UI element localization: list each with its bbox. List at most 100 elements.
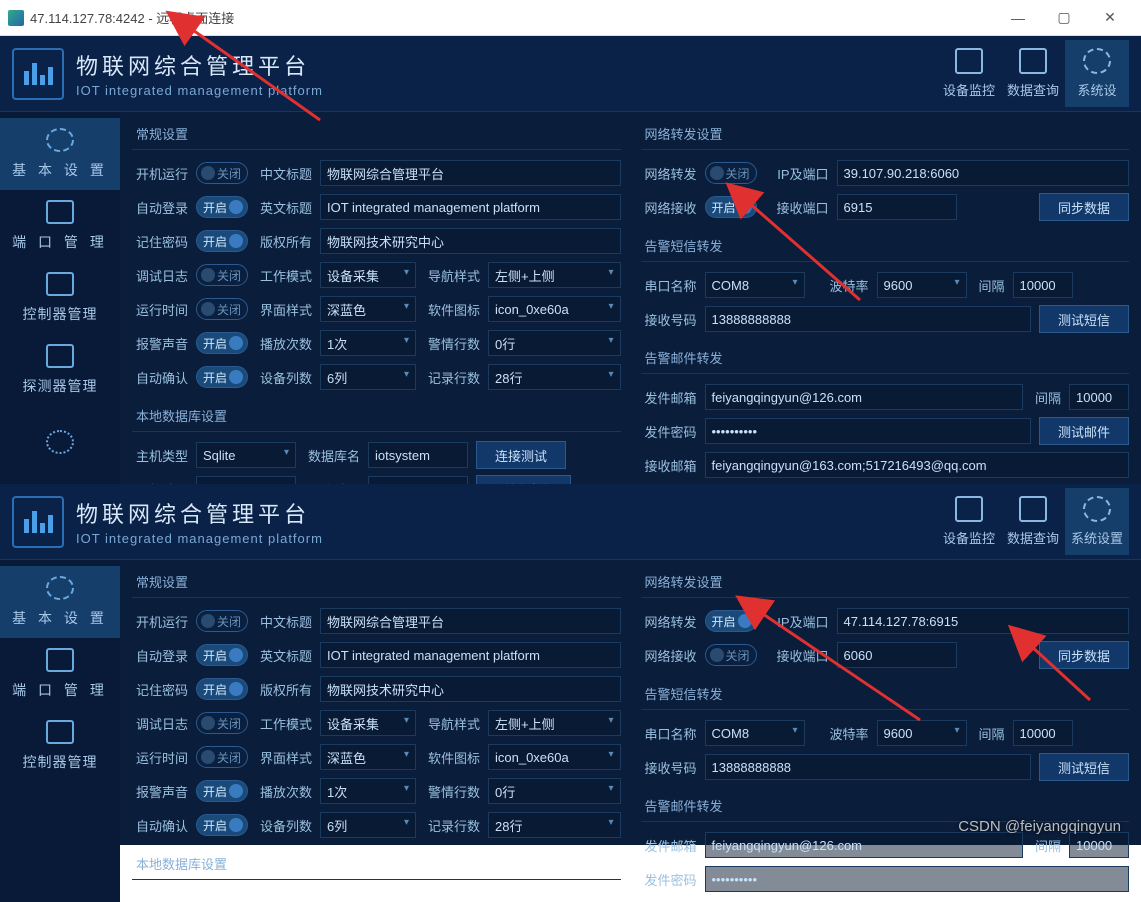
input-recvmail[interactable]: feiyangqingyun@163.com;517216493@qq.com [705, 452, 1130, 478]
input-ipport-bot[interactable]: 47.114.127.78:6915 [837, 608, 1130, 634]
sidebar: 基 本 设 置 端 口 管 理 控制器管理 [0, 560, 120, 902]
sidebar-item-more[interactable] [0, 406, 120, 478]
input-recvport-top[interactable]: 6915 [837, 194, 957, 220]
input-en-title[interactable]: IOT integrated management platform [320, 194, 621, 220]
toggle-runtime[interactable]: 关闭 [196, 746, 248, 768]
toggle-netfwd-bot[interactable]: 开启 [705, 610, 757, 632]
section-localdb: 本地数据库设置 [132, 402, 621, 432]
section-smsforward: 告警短信转发 [641, 680, 1130, 710]
toggle-alarmsound[interactable]: 开启 [196, 780, 248, 802]
sidebar-item-detector[interactable]: 探测器管理 [0, 334, 120, 406]
input-sendpwd[interactable]: •••••••••• [705, 418, 1032, 444]
select-serialname[interactable]: COM8 [705, 720, 805, 746]
btn-testsms[interactable]: 测试短信 [1039, 305, 1129, 333]
rdp-icon [8, 10, 24, 26]
toggle-autologin[interactable]: 开启 [196, 196, 248, 218]
sidebar-item-port[interactable]: 端 口 管 理 [0, 638, 120, 710]
input-sendmail[interactable]: feiyangqingyun@126.com [705, 832, 1024, 858]
btn-testsms[interactable]: 测试短信 [1039, 753, 1129, 781]
input-sendpwd[interactable]: •••••••••• [705, 866, 1130, 892]
select-alarmlines[interactable]: 0行 [488, 778, 621, 804]
watermark: CSDN @feiyangqingyun [958, 818, 1121, 835]
input-mail-interval[interactable]: 10000 [1069, 832, 1129, 858]
app-title-en: IOT integrated management platform [76, 531, 323, 546]
minimize-button[interactable]: — [995, 3, 1041, 33]
toggle-bootrun[interactable]: 关闭 [196, 610, 248, 632]
select-devcols[interactable]: 6列 [320, 364, 416, 390]
toggle-debuglog[interactable]: 关闭 [196, 264, 248, 286]
section-netforward: 网络转发设置 [641, 568, 1130, 598]
select-navstyle[interactable]: 左侧+上侧 [488, 710, 621, 736]
select-devcols[interactable]: 6列 [320, 812, 416, 838]
section-general: 常规设置 [132, 120, 621, 150]
sidebar-item-controller[interactable]: 控制器管理 [0, 262, 120, 334]
toggle-netrecv-bot[interactable]: 关闭 [705, 644, 757, 666]
btn-syncdata-top[interactable]: 同步数据 [1039, 193, 1129, 221]
btn-syncdata-bot[interactable]: 同步数据 [1039, 641, 1129, 669]
logo-icon [12, 48, 64, 100]
select-workmode[interactable]: 设备采集 [320, 710, 416, 736]
app-instance-bottom: 物联网综合管理平台 IOT integrated management plat… [0, 484, 1141, 845]
tab-data-query[interactable]: 数据查询 [1001, 488, 1065, 555]
tab-system-settings[interactable]: 系统设置 [1065, 488, 1129, 555]
select-playtimes[interactable]: 1次 [320, 330, 416, 356]
select-alarmlines[interactable]: 0行 [488, 330, 621, 356]
sidebar-item-controller[interactable]: 控制器管理 [0, 710, 120, 782]
btn-conntest[interactable]: 连接测试 [476, 441, 566, 469]
input-copyright[interactable]: 物联网技术研究中心 [320, 676, 621, 702]
section-localdb: 本地数据库设置 [132, 850, 621, 880]
toggle-netfwd-top[interactable]: 关闭 [705, 162, 757, 184]
input-cn-title[interactable]: 物联网综合管理平台 [320, 160, 621, 186]
input-recvnum[interactable]: 13888888888 [705, 306, 1032, 332]
tab-device-monitor[interactable]: 设备监控 [937, 40, 1001, 107]
select-uistyle[interactable]: 深蓝色 [320, 296, 416, 322]
toggle-debuglog[interactable]: 关闭 [196, 712, 248, 734]
select-recordlines[interactable]: 28行 [488, 812, 621, 838]
input-en-title[interactable]: IOT integrated management platform [320, 642, 621, 668]
toggle-rememberpwd[interactable]: 开启 [196, 230, 248, 252]
section-mailforward: 告警邮件转发 [641, 344, 1130, 374]
input-recvnum[interactable]: 13888888888 [705, 754, 1032, 780]
toggle-autoconfirm[interactable]: 开启 [196, 366, 248, 388]
input-copyright[interactable]: 物联网技术研究中心 [320, 228, 621, 254]
tab-data-query[interactable]: 数据查询 [1001, 40, 1065, 107]
select-baudrate[interactable]: 9600 [877, 272, 967, 298]
select-baudrate[interactable]: 9600 [877, 720, 967, 746]
select-hosttype[interactable]: Sqlite [196, 442, 296, 468]
select-recordlines[interactable]: 28行 [488, 364, 621, 390]
close-button[interactable]: ✕ [1087, 3, 1133, 33]
select-softicon[interactable]: icon_0xe60a [488, 296, 621, 322]
input-sms-interval[interactable]: 10000 [1013, 272, 1073, 298]
section-general: 常规设置 [132, 568, 621, 598]
sidebar-item-basic[interactable]: 基 本 设 置 [0, 566, 120, 638]
tab-system-settings[interactable]: 系统设 [1065, 40, 1129, 107]
sidebar-item-basic[interactable]: 基 本 设 置 [0, 118, 120, 190]
window-title: 47.114.127.78:4242 - 远程桌面连接 [30, 8, 234, 27]
input-cn-title[interactable]: 物联网综合管理平台 [320, 608, 621, 634]
input-dbname[interactable]: iotsystem [368, 442, 468, 468]
btn-testmail[interactable]: 测试邮件 [1039, 417, 1129, 445]
select-serialname[interactable]: COM8 [705, 272, 805, 298]
select-softicon[interactable]: icon_0xe60a [488, 744, 621, 770]
input-sms-interval[interactable]: 10000 [1013, 720, 1073, 746]
select-uistyle[interactable]: 深蓝色 [320, 744, 416, 770]
input-ipport-top[interactable]: 39.107.90.218:6060 [837, 160, 1130, 186]
toggle-netrecv-top[interactable]: 开启 [705, 196, 757, 218]
toggle-runtime[interactable]: 关闭 [196, 298, 248, 320]
select-workmode[interactable]: 设备采集 [320, 262, 416, 288]
input-sendmail[interactable]: feiyangqingyun@126.com [705, 384, 1024, 410]
window-titlebar: 47.114.127.78:4242 - 远程桌面连接 — ▢ ✕ [0, 0, 1141, 36]
input-mail-interval[interactable]: 10000 [1069, 384, 1129, 410]
toggle-rememberpwd[interactable]: 开启 [196, 678, 248, 700]
tab-device-monitor[interactable]: 设备监控 [937, 488, 1001, 555]
toggle-bootrun[interactable]: 关闭 [196, 162, 248, 184]
select-navstyle[interactable]: 左侧+上侧 [488, 262, 621, 288]
maximize-button[interactable]: ▢ [1041, 3, 1087, 33]
toggle-autoconfirm[interactable]: 开启 [196, 814, 248, 836]
logo-icon [12, 496, 64, 548]
input-recvport-bot[interactable]: 6060 [837, 642, 957, 668]
toggle-alarmsound[interactable]: 开启 [196, 332, 248, 354]
select-playtimes[interactable]: 1次 [320, 778, 416, 804]
toggle-autologin[interactable]: 开启 [196, 644, 248, 666]
sidebar-item-port[interactable]: 端 口 管 理 [0, 190, 120, 262]
